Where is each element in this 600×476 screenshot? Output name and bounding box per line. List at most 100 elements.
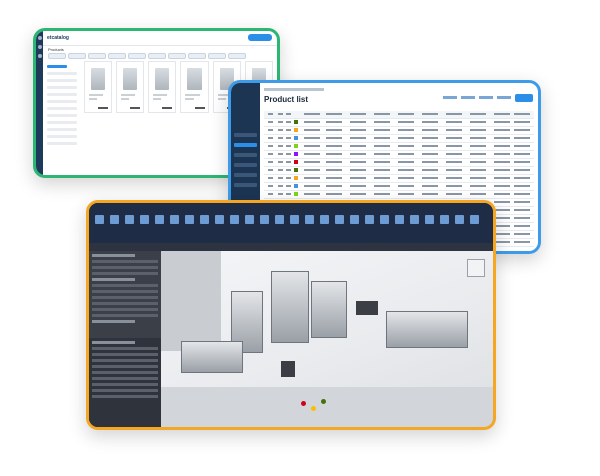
filter-row[interactable] (47, 114, 77, 117)
table-row[interactable] (264, 159, 534, 167)
ribbon-tool-icon[interactable] (155, 215, 164, 224)
action-link[interactable] (443, 96, 457, 99)
table-row[interactable] (264, 143, 534, 151)
home-icon[interactable] (37, 36, 42, 40)
action-link[interactable] (497, 96, 511, 99)
ribbon-tool-icon[interactable] (245, 215, 254, 224)
browser-item[interactable] (92, 371, 158, 374)
browser-item[interactable] (92, 377, 158, 380)
catalog-action-button[interactable] (248, 34, 272, 41)
ribbon-tool-icon[interactable] (365, 215, 374, 224)
ribbon-tool-icon[interactable] (185, 215, 194, 224)
add-product-button[interactable] (515, 94, 533, 102)
filter-chip[interactable] (48, 53, 66, 59)
property-row[interactable] (92, 296, 158, 299)
browser-item[interactable] (92, 389, 158, 392)
ribbon-tool-icon[interactable] (380, 215, 389, 224)
filter-row[interactable] (47, 121, 77, 124)
ribbon-tool-icon[interactable] (110, 215, 119, 224)
filter-chip[interactable] (68, 53, 86, 59)
property-row[interactable] (92, 284, 158, 287)
product-card[interactable] (180, 61, 209, 113)
ribbon-tool-icon[interactable] (320, 215, 329, 224)
ribbon-tool-icon[interactable] (350, 215, 359, 224)
filter-chip[interactable] (208, 53, 226, 59)
ribbon-tool-icon[interactable] (455, 215, 464, 224)
sidebar-item[interactable] (234, 173, 257, 177)
grid-icon[interactable] (37, 54, 42, 58)
ribbon-tool-icon[interactable] (125, 215, 134, 224)
3d-viewport[interactable] (161, 251, 493, 427)
ribbon-tool-icon[interactable] (170, 215, 179, 224)
browser-item[interactable] (92, 341, 136, 344)
filter-row[interactable] (47, 142, 77, 145)
filter-chip[interactable] (128, 53, 146, 59)
sidebar-item-active[interactable] (234, 143, 257, 147)
table-row[interactable] (264, 183, 534, 191)
ribbon-tool-icon[interactable] (395, 215, 404, 224)
property-row[interactable] (92, 266, 158, 269)
action-link[interactable] (461, 96, 475, 99)
sidebar-item[interactable] (234, 183, 257, 187)
property-row[interactable] (92, 302, 158, 305)
ribbon-tool-icon[interactable] (425, 215, 434, 224)
product-card[interactable] (84, 61, 113, 113)
table-row[interactable] (264, 127, 534, 135)
filter-row[interactable] (47, 107, 77, 110)
ribbon-tool-icon[interactable] (95, 215, 104, 224)
filter-chip[interactable] (168, 53, 186, 59)
ribbon-tool-icon[interactable] (470, 215, 479, 224)
browser-item[interactable] (92, 365, 158, 368)
action-link[interactable] (479, 96, 493, 99)
filter-chip[interactable] (88, 53, 106, 59)
filter-row[interactable] (47, 93, 77, 96)
property-row[interactable] (92, 308, 158, 311)
table-row[interactable] (264, 135, 534, 143)
sidebar-item[interactable] (234, 153, 257, 157)
table-row[interactable] (264, 167, 534, 175)
product-card[interactable] (116, 61, 145, 113)
browser-item[interactable] (92, 359, 158, 362)
ribbon-tool-icon[interactable] (305, 215, 314, 224)
filter-row[interactable] (47, 135, 77, 138)
table-row[interactable] (264, 119, 534, 127)
property-row[interactable] (92, 314, 158, 317)
ribbon-tool-icon[interactable] (275, 215, 284, 224)
filter-row[interactable] (47, 72, 77, 75)
browser-item[interactable] (92, 347, 158, 350)
ribbon-tool-icon[interactable] (200, 215, 209, 224)
filter-row[interactable] (47, 79, 77, 82)
menu-icon[interactable] (37, 45, 42, 49)
ribbon-tool-icon[interactable] (215, 215, 224, 224)
property-row[interactable] (92, 290, 158, 293)
table-row[interactable] (264, 151, 534, 159)
table-row[interactable] (264, 175, 534, 183)
filter-row[interactable] (47, 128, 77, 131)
ribbon-tool-icon[interactable] (290, 215, 299, 224)
filter-chip[interactable] (108, 53, 126, 59)
filter-chip[interactable] (228, 53, 246, 59)
ribbon-tool-icon[interactable] (335, 215, 344, 224)
browser-item[interactable] (92, 383, 158, 386)
filter-row[interactable] (47, 86, 77, 89)
sidebar-item[interactable] (234, 133, 257, 137)
property-row[interactable] (92, 272, 158, 275)
table-cell (278, 177, 283, 179)
ribbon-tool-icon[interactable] (260, 215, 269, 224)
filter-row[interactable] (47, 65, 68, 68)
ribbon-tool-icon[interactable] (440, 215, 449, 224)
filter-chip[interactable] (148, 53, 166, 59)
ribbon-tool-icon[interactable] (410, 215, 419, 224)
ribbon-tool-icon[interactable] (230, 215, 239, 224)
sidebar-item[interactable] (234, 163, 257, 167)
filter-row[interactable] (47, 100, 77, 103)
property-row[interactable] (92, 260, 158, 263)
filter-chip[interactable] (188, 53, 206, 59)
ribbon-toolbar (89, 203, 493, 243)
browser-item[interactable] (92, 353, 158, 356)
ribbon-tool-icon[interactable] (140, 215, 149, 224)
viewcube-icon[interactable] (467, 259, 485, 277)
browser-item[interactable] (92, 395, 158, 398)
table-row[interactable] (264, 191, 534, 199)
product-card[interactable] (148, 61, 177, 113)
